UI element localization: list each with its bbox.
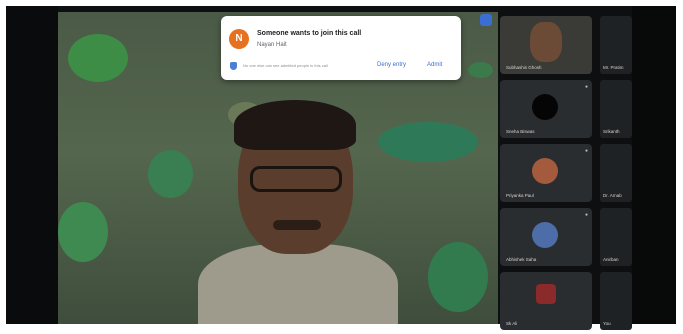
speaker-hair xyxy=(234,100,356,150)
participant-name: Anirban xyxy=(603,257,619,262)
participant-name: Abhishek Saha xyxy=(506,257,537,262)
participant-tile[interactable]: ● Abhishek Saha xyxy=(500,208,592,266)
fish-decoration xyxy=(468,62,493,78)
left-border xyxy=(6,6,58,324)
participant-name: Srikanth xyxy=(603,129,620,134)
speaker-person xyxy=(198,100,398,324)
more-options-icon[interactable] xyxy=(480,14,492,26)
shield-icon xyxy=(230,62,237,70)
notification-title: Someone wants to join this call xyxy=(257,30,362,37)
participant-name: Sneha Biswas xyxy=(506,129,535,134)
tile-row: ● Sneha Biswas Srikanth xyxy=(500,80,632,142)
participant-tile[interactable]: Sk Ali xyxy=(500,272,592,330)
notification-info: No one else can see admitted people in t… xyxy=(243,63,328,68)
participant-tile[interactable]: ● Sneha Biswas xyxy=(500,80,592,138)
fish-decoration xyxy=(58,202,108,262)
participant-avatar xyxy=(532,94,558,120)
fish-decoration xyxy=(68,34,128,82)
tile-row: ● Abhishek Saha Anirban xyxy=(500,208,632,270)
participant-name: Mr. Pratim xyxy=(603,65,624,70)
tile-row: ● Priyanka Paul Dr. Arnab xyxy=(500,144,632,206)
requester-name: Nayan Hait xyxy=(257,42,287,48)
participant-name: Sk Ali xyxy=(506,321,518,326)
speaker-shirt xyxy=(198,244,398,324)
participant-tile[interactable]: ● Priyanka Paul xyxy=(500,144,592,202)
speaker-glasses xyxy=(250,166,342,192)
admit-button[interactable]: Admit xyxy=(427,62,442,68)
participant-avatar xyxy=(532,158,558,184)
mic-off-icon: ● xyxy=(584,212,588,218)
deny-entry-button[interactable]: Deny entry xyxy=(377,62,406,68)
participant-tile-side[interactable]: Srikanth xyxy=(600,80,632,138)
mic-off-icon: ● xyxy=(584,84,588,90)
fish-decoration xyxy=(148,150,193,198)
participant-name: You xyxy=(603,321,611,326)
participant-tile[interactable]: Subhashis Ghosh xyxy=(500,16,592,74)
speaker-mustache xyxy=(273,220,321,230)
tile-row: Sk Ali You xyxy=(500,272,632,334)
fish-decoration xyxy=(428,242,488,312)
participant-tile-side[interactable]: Anirban xyxy=(600,208,632,266)
participant-tile-side[interactable]: Dr. Arnab xyxy=(600,144,632,202)
join-request-notification: N Someone wants to join this call Nayan … xyxy=(221,16,461,80)
participant-video xyxy=(530,22,562,62)
mic-off-icon: ● xyxy=(584,148,588,154)
participant-tile-side[interactable]: Mr. Pratim xyxy=(600,16,632,74)
tile-row: Subhashis Ghosh Mr. Pratim xyxy=(500,16,632,78)
participant-name: Subhashis Ghosh xyxy=(506,65,542,70)
participant-avatar xyxy=(536,284,556,304)
participant-tile-side[interactable]: You xyxy=(600,272,632,330)
right-border xyxy=(632,6,676,324)
participant-avatar xyxy=(532,222,558,248)
participant-name: Dr. Arnab xyxy=(603,193,622,198)
participant-name: Priyanka Paul xyxy=(506,193,534,198)
requester-avatar: N xyxy=(229,29,249,49)
